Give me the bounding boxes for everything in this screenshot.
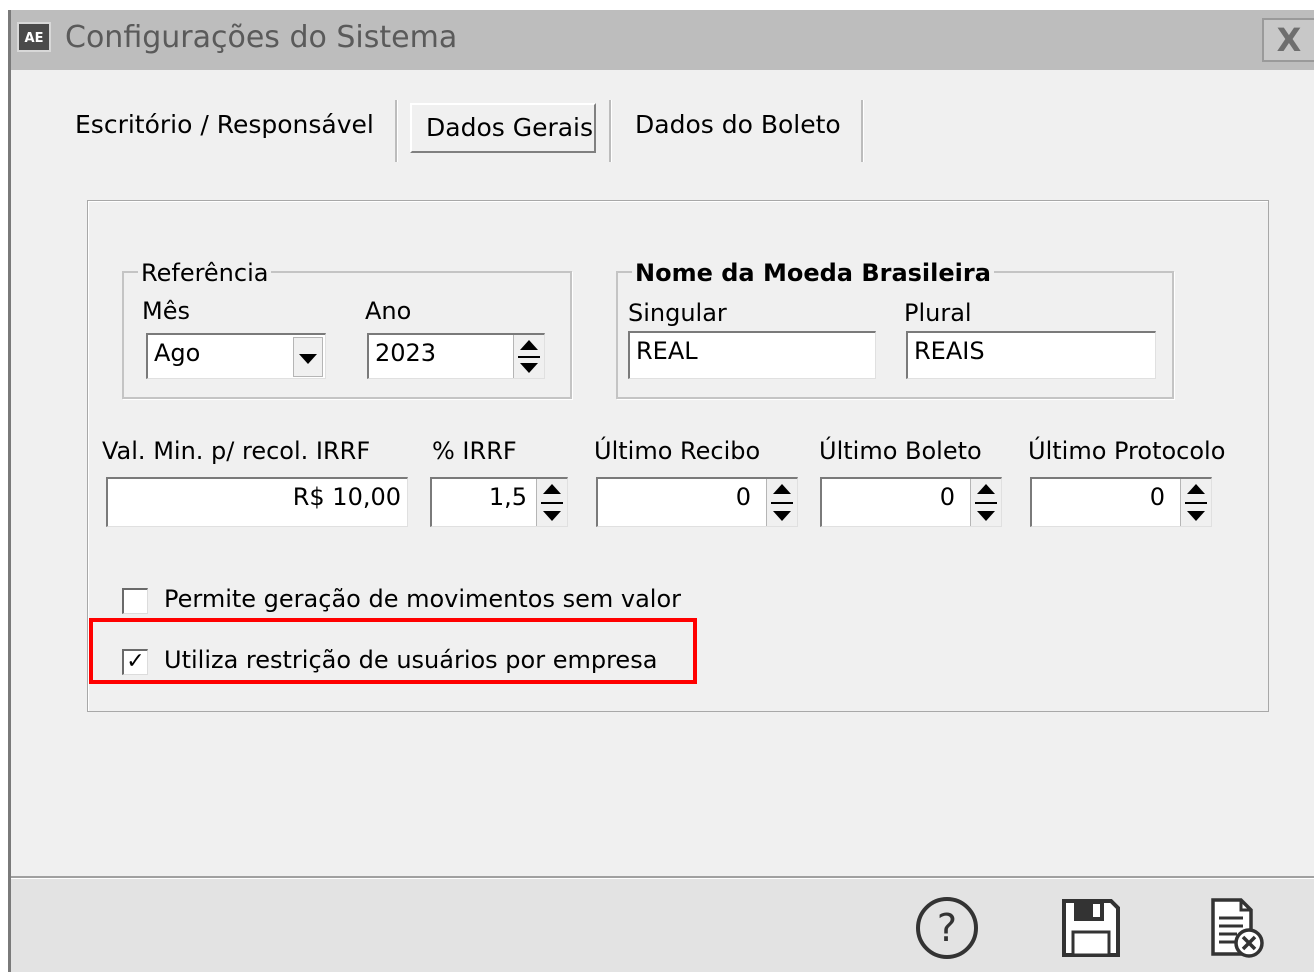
tab-dados-gerais-label: Dados Gerais	[426, 113, 594, 142]
close-button[interactable]: X	[1262, 18, 1314, 62]
spinner-arrows-icon[interactable]	[970, 479, 1001, 526]
tab-separator	[609, 100, 612, 162]
boleto-label: Último Boleto	[819, 437, 982, 465]
singular-label: Singular	[628, 299, 727, 327]
tab-escritorio-responsavel[interactable]: Escritório / Responsável	[75, 110, 374, 139]
highlight-box	[89, 618, 697, 684]
protocolo-spinner[interactable]: 0	[1030, 477, 1212, 527]
save-icon[interactable]	[1059, 896, 1123, 960]
singular-field[interactable]: REAL	[628, 331, 876, 379]
spinner-arrows-icon[interactable]	[536, 479, 567, 526]
val-min-field[interactable]: R$ 10,00	[106, 477, 408, 527]
permite-label[interactable]: Permite geração de movimentos sem valor	[164, 585, 681, 613]
plural-label: Plural	[904, 299, 972, 327]
spinner-arrows-icon[interactable]	[766, 479, 797, 526]
protocolo-label: Último Protocolo	[1028, 437, 1226, 465]
moeda-group: Nome da Moeda Brasileira Singular Plural…	[616, 259, 1174, 399]
recibo-label: Último Recibo	[594, 437, 761, 465]
irrf-label: % IRRF	[432, 437, 517, 465]
spinner-arrows-icon[interactable]	[1180, 479, 1211, 526]
tab-separator	[861, 100, 864, 162]
help-icon[interactable]: ?	[915, 896, 979, 960]
recibo-value: 0	[735, 483, 751, 511]
boleto-value: 0	[939, 483, 955, 511]
ano-spinner[interactable]: 2023	[367, 333, 545, 379]
referencia-legend: Referência	[138, 259, 272, 287]
svg-text:?: ?	[937, 906, 957, 950]
irrf-value: 1,5	[488, 483, 527, 511]
plural-field[interactable]: REAIS	[906, 331, 1156, 379]
recibo-spinner[interactable]: 0	[596, 477, 798, 527]
irrf-spinner[interactable]: 1,5	[430, 477, 568, 527]
cancel-document-icon[interactable]	[1205, 896, 1269, 960]
boleto-spinner[interactable]: 0	[820, 477, 1002, 527]
tab-dados-gerais[interactable]: Dados Gerais	[410, 103, 596, 153]
mes-select[interactable]: Ago	[146, 333, 326, 379]
mes-value: Ago	[154, 339, 201, 367]
protocolo-value: 0	[1149, 483, 1165, 511]
tab-dados-do-boleto[interactable]: Dados do Boleto	[635, 110, 841, 139]
tab-separator	[395, 100, 398, 162]
spinner-arrows-icon[interactable]	[513, 335, 544, 378]
moeda-legend: Nome da Moeda Brasileira	[632, 259, 994, 287]
chevron-down-icon[interactable]	[293, 337, 323, 377]
ano-value: 2023	[375, 339, 437, 367]
title-bar[interactable]: AE Configurações do Sistema X	[11, 10, 1314, 70]
app-icon: AE	[17, 22, 51, 52]
mes-label: Mês	[142, 297, 190, 325]
referencia-group: Referência Mês Ano Ago 2023	[122, 259, 572, 399]
permite-checkbox[interactable]	[122, 588, 148, 614]
val-min-label: Val. Min. p/ recol. IRRF	[102, 437, 371, 465]
ano-label: Ano	[365, 297, 412, 325]
window-title: Configurações do Sistema	[65, 20, 458, 55]
settings-window: AE Configurações do Sistema X Escritório…	[8, 10, 1314, 972]
